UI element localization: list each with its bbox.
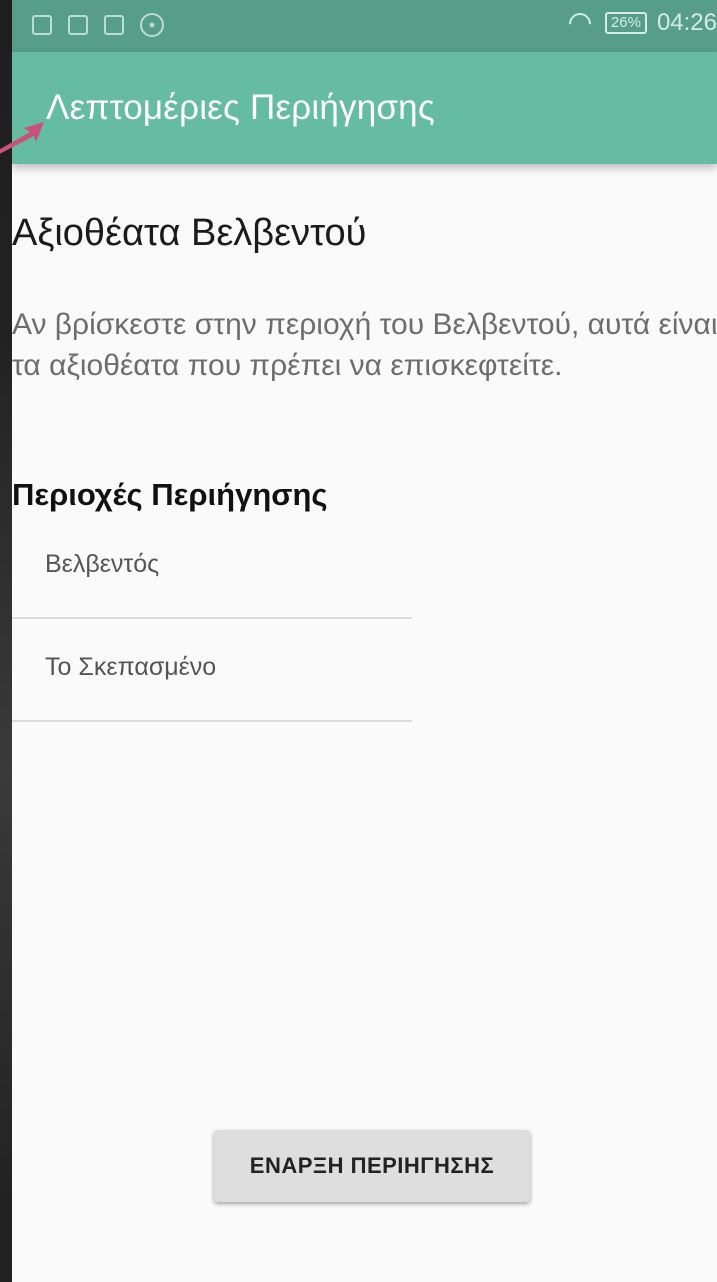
notification-icon	[32, 15, 52, 35]
app-toolbar: Λεπτομέριες Περιήγησης	[12, 52, 717, 164]
list-item[interactable]: Το Σκεπασμένο	[12, 619, 412, 722]
map-icon	[104, 15, 124, 35]
gallery-icon	[68, 15, 88, 35]
status-time: 04:26	[656, 9, 717, 36]
tour-areas-list: Βελβεντός Το Σκεπασμένο	[12, 516, 412, 722]
status-notifications	[32, 13, 164, 37]
start-tour-button[interactable]: ΕΝΑΡΞΗ ΠΕΡΙΗΓΗΣΗΣ	[214, 1130, 530, 1202]
list-item-label: Βελβεντός	[45, 550, 160, 578]
app-screen: 26% 04:26 Λεπτομέριες Περιήγησης Αξιοθέα…	[12, 0, 717, 1282]
status-system: 26% 04:26	[569, 9, 717, 37]
status-bar: 26% 04:26	[12, 0, 717, 52]
attractions-heading: Αξιοθέατα Βελβεντού	[12, 212, 367, 254]
list-item[interactable]: Βελβεντός	[12, 516, 412, 619]
attractions-description: Αν βρίσκεστε στην περιοχή του Βελβεντού,…	[12, 308, 717, 382]
compass-icon	[140, 13, 164, 37]
pointer-arrow-icon	[0, 122, 44, 154]
device-frame: 26% 04:26 Λεπτομέριες Περιήγησης Αξιοθέα…	[0, 0, 717, 1282]
list-item-label: Το Σκεπασμένο	[45, 653, 217, 681]
page-title: Λεπτομέριες Περιήγησης	[46, 88, 435, 127]
battery-icon: 26%	[604, 12, 647, 34]
tour-areas-title: Περιοχές Περιήγησης	[12, 477, 328, 512]
wifi-icon	[569, 13, 595, 33]
